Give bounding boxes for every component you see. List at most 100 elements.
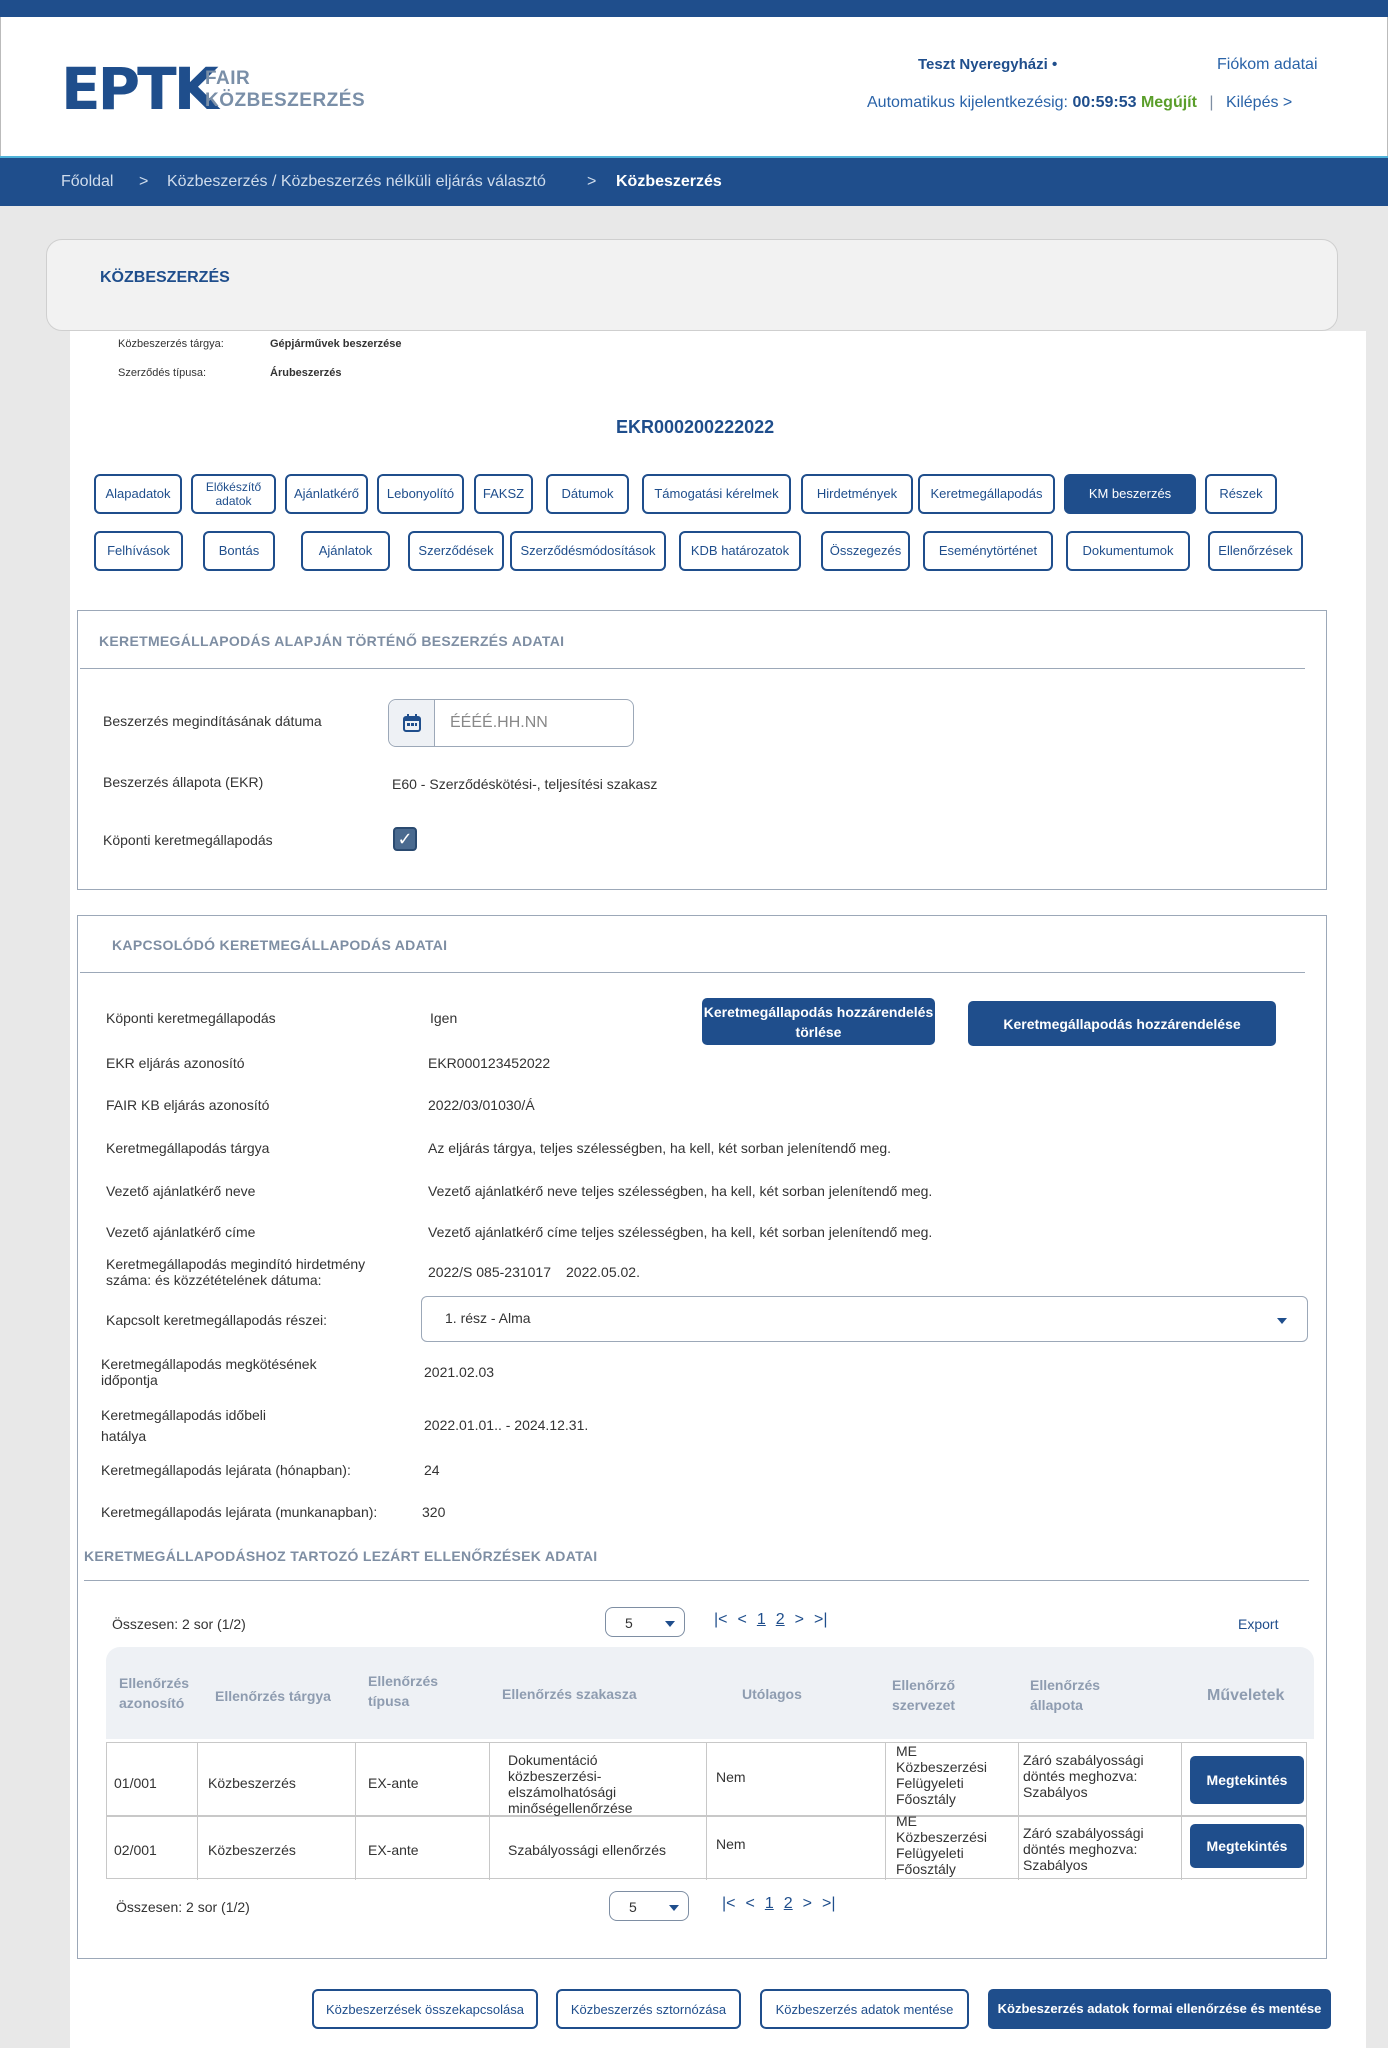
column-divider: [885, 1743, 886, 1817]
fair-kb-id-label: FAIR KB eljárás azonosító: [106, 1097, 270, 1113]
auto-logout-time: 00:59:53: [1072, 94, 1137, 111]
save-data-button[interactable]: Közbeszerzés adatok mentése: [760, 1989, 969, 2029]
tab-szerzodesmodositasok[interactable]: Szerződésmódosítások: [510, 531, 666, 571]
check-and-save-button[interactable]: Közbeszerzés adatok formai ellenőrzése é…: [988, 1989, 1331, 2029]
view-button[interactable]: Megtekintés: [1190, 1824, 1304, 1868]
user-name[interactable]: Teszt Nyeregyházi •: [918, 56, 1057, 73]
checks-title: KERETMEGÁLLAPODÁSHOZ TARTOZÓ LEZÁRT ELLE…: [84, 1548, 598, 1564]
col-check-status: Ellenőrzés állapota: [1030, 1677, 1101, 1713]
col-check-org: Ellenőrző szervezet: [892, 1677, 956, 1713]
validity-label: Keretmegállapodás időbeli hatálya: [101, 1405, 266, 1447]
notice-number: 2022/S 085-231017: [428, 1264, 551, 1280]
tab-keretmegallapodas[interactable]: Keretmegállapodás: [918, 474, 1055, 514]
col-actions: Műveletek: [1207, 1687, 1285, 1704]
breadcrumb-selector[interactable]: Közbeszerzés / Közbeszerzés nélküli eljá…: [167, 173, 546, 191]
lead-contracting-name-value: Vezető ajánlatkérő neve teljes szélesség…: [428, 1183, 933, 1199]
tab-tamogatasi-kerelmek[interactable]: Támogatási kérelmek: [642, 474, 791, 514]
column-divider: [1018, 1817, 1019, 1880]
ekr-procedure-id-value: EKR000123452022: [428, 1055, 551, 1071]
tab-hirdetmenyek[interactable]: Hirdetmények: [801, 474, 913, 514]
pager-top: |< <1 2 > >|: [714, 1611, 838, 1629]
page-2-link[interactable]: 2: [776, 1611, 785, 1628]
tab-elokeszito-adatok[interactable]: Előkészítő adatok: [191, 474, 276, 514]
tab-ellenorzesek[interactable]: Ellenőrzések: [1208, 531, 1303, 571]
breadcrumb: Főoldal > Közbeszerzés / Közbeszerzés né…: [0, 158, 1388, 206]
column-divider: [197, 1743, 198, 1817]
parts-label: Kapcsolt keretmegállapodás részei:: [106, 1312, 328, 1328]
user-dot: •: [1051, 56, 1058, 73]
central-value: Igen: [430, 1010, 458, 1026]
breadcrumb-home[interactable]: Főoldal: [61, 173, 113, 191]
notice-label-line-2: száma: és közzétételének dátuma:: [106, 1272, 322, 1288]
row2-status: Záró szabályossági döntés meghozva: Szab…: [1023, 1825, 1144, 1873]
column-divider: [489, 1743, 490, 1817]
row1-status: Záró szabályossági döntés meghozva: Szab…: [1023, 1752, 1144, 1800]
notice-label: Keretmegállapodás megindító hirdetmény s…: [106, 1256, 365, 1288]
notice-date: 2022.05.02.: [566, 1264, 640, 1280]
account-link[interactable]: Fiókom adatai: [1217, 56, 1318, 74]
row1-later: Nem: [716, 1769, 746, 1785]
first-page-icon[interactable]: |<: [714, 1611, 728, 1628]
tab-esemenytortenet[interactable]: Eseménytörténet: [923, 531, 1053, 571]
concluded-label-line-2: időpontja: [101, 1372, 158, 1388]
framework-subject-label: Keretmegállapodás tárgya: [106, 1140, 270, 1156]
title-card: KÖZBESZERZÉS: [46, 239, 1338, 331]
page-size-select-bottom[interactable]: 5: [609, 1891, 689, 1921]
page-2-link[interactable]: 2: [784, 1895, 793, 1912]
calendar-icon[interactable]: [389, 700, 435, 746]
col-check-phase: Ellenőrzés szakasza: [502, 1686, 637, 1702]
tab-ajanlatok[interactable]: Ajánlatok: [301, 531, 390, 571]
start-date-field[interactable]: ÉÉÉÉ.HH.NN: [388, 699, 634, 747]
assign-framework-button[interactable]: Keretmegállapodás hozzárendelése: [968, 1001, 1276, 1046]
tab-felhivasok[interactable]: Felhívások: [94, 531, 183, 571]
parts-select[interactable]: 1. rész - Alma: [421, 1296, 1308, 1342]
next-page-icon[interactable]: >: [795, 1611, 804, 1628]
export-link[interactable]: Export: [1238, 1616, 1278, 1632]
ekr-procedure-id-label: EKR eljárás azonosító: [106, 1055, 245, 1071]
purchase-data-section: [77, 610, 1327, 890]
page-1-link[interactable]: 1: [757, 1611, 766, 1628]
tab-szerzodesek[interactable]: Szerződések: [408, 531, 504, 571]
tab-ajanlatkero[interactable]: Ajánlatkérő: [285, 474, 368, 514]
page-size-select-top[interactable]: 5: [605, 1607, 685, 1637]
prev-page-icon[interactable]: <: [746, 1895, 755, 1912]
delete-assignment-button[interactable]: Keretmegállapodás hozzárendelés törlése: [702, 998, 935, 1045]
first-page-icon[interactable]: |<: [722, 1895, 736, 1912]
tab-reszek[interactable]: Részek: [1205, 474, 1277, 514]
prev-page-icon[interactable]: <: [738, 1611, 747, 1628]
central-label: Köponti keretmegállapodás: [106, 1010, 276, 1026]
column-divider: [885, 1817, 886, 1880]
breadcrumb-separator: >: [587, 173, 597, 190]
tab-kdb-hatarozatok[interactable]: KDB határozatok: [679, 531, 801, 571]
auto-logout-label: Automatikus kijelentkezésig:: [867, 94, 1068, 111]
column-divider: [706, 1817, 707, 1880]
lead-contracting-address-value: Vezető ajánlatkérő címe teljes szélesség…: [428, 1224, 933, 1240]
tab-datumok[interactable]: Dátumok: [546, 474, 629, 514]
page-1-link[interactable]: 1: [765, 1895, 774, 1912]
checks-total-top: Összesen: 2 sor (1/2): [112, 1616, 246, 1632]
view-button[interactable]: Megtekintés: [1190, 1756, 1304, 1804]
tab-lebonyolito[interactable]: Lebonyolító: [377, 474, 464, 514]
col-check-subject: Ellenőrzés tárgya: [215, 1688, 331, 1704]
renew-link[interactable]: Megújít: [1141, 94, 1197, 111]
tab-km-beszerzes[interactable]: KM beszerzés: [1064, 474, 1196, 514]
last-page-icon[interactable]: >|: [822, 1895, 836, 1912]
cancel-procurement-button[interactable]: Közbeszerzés sztornózása: [556, 1989, 741, 2029]
logout-link[interactable]: Kilépés >: [1226, 94, 1292, 111]
tab-dokumentumok[interactable]: Dokumentumok: [1066, 531, 1190, 571]
central-framework-checkbox[interactable]: ✓: [393, 827, 417, 851]
row2-id: 02/001: [114, 1842, 157, 1858]
next-page-icon[interactable]: >: [803, 1895, 812, 1912]
tab-faksz[interactable]: FAKSZ: [474, 474, 533, 514]
last-page-icon[interactable]: >|: [814, 1611, 828, 1628]
page-title: KÖZBESZERZÉS: [100, 269, 230, 286]
contract-type-value: Árubeszerzés: [270, 367, 342, 379]
column-divider: [355, 1817, 356, 1880]
tab-osszegezes[interactable]: Összegezés: [821, 531, 910, 571]
tab-bontas[interactable]: Bontás: [203, 531, 275, 571]
chevron-down-icon: [665, 1621, 675, 1627]
parts-selected: 1. rész - Alma: [445, 1310, 531, 1326]
tab-alapadatok[interactable]: Alapadatok: [94, 474, 182, 514]
start-date-placeholder: ÉÉÉÉ.HH.NN: [450, 714, 548, 731]
link-procurements-button[interactable]: Közbeszerzések összekapcsolása: [312, 1989, 538, 2029]
